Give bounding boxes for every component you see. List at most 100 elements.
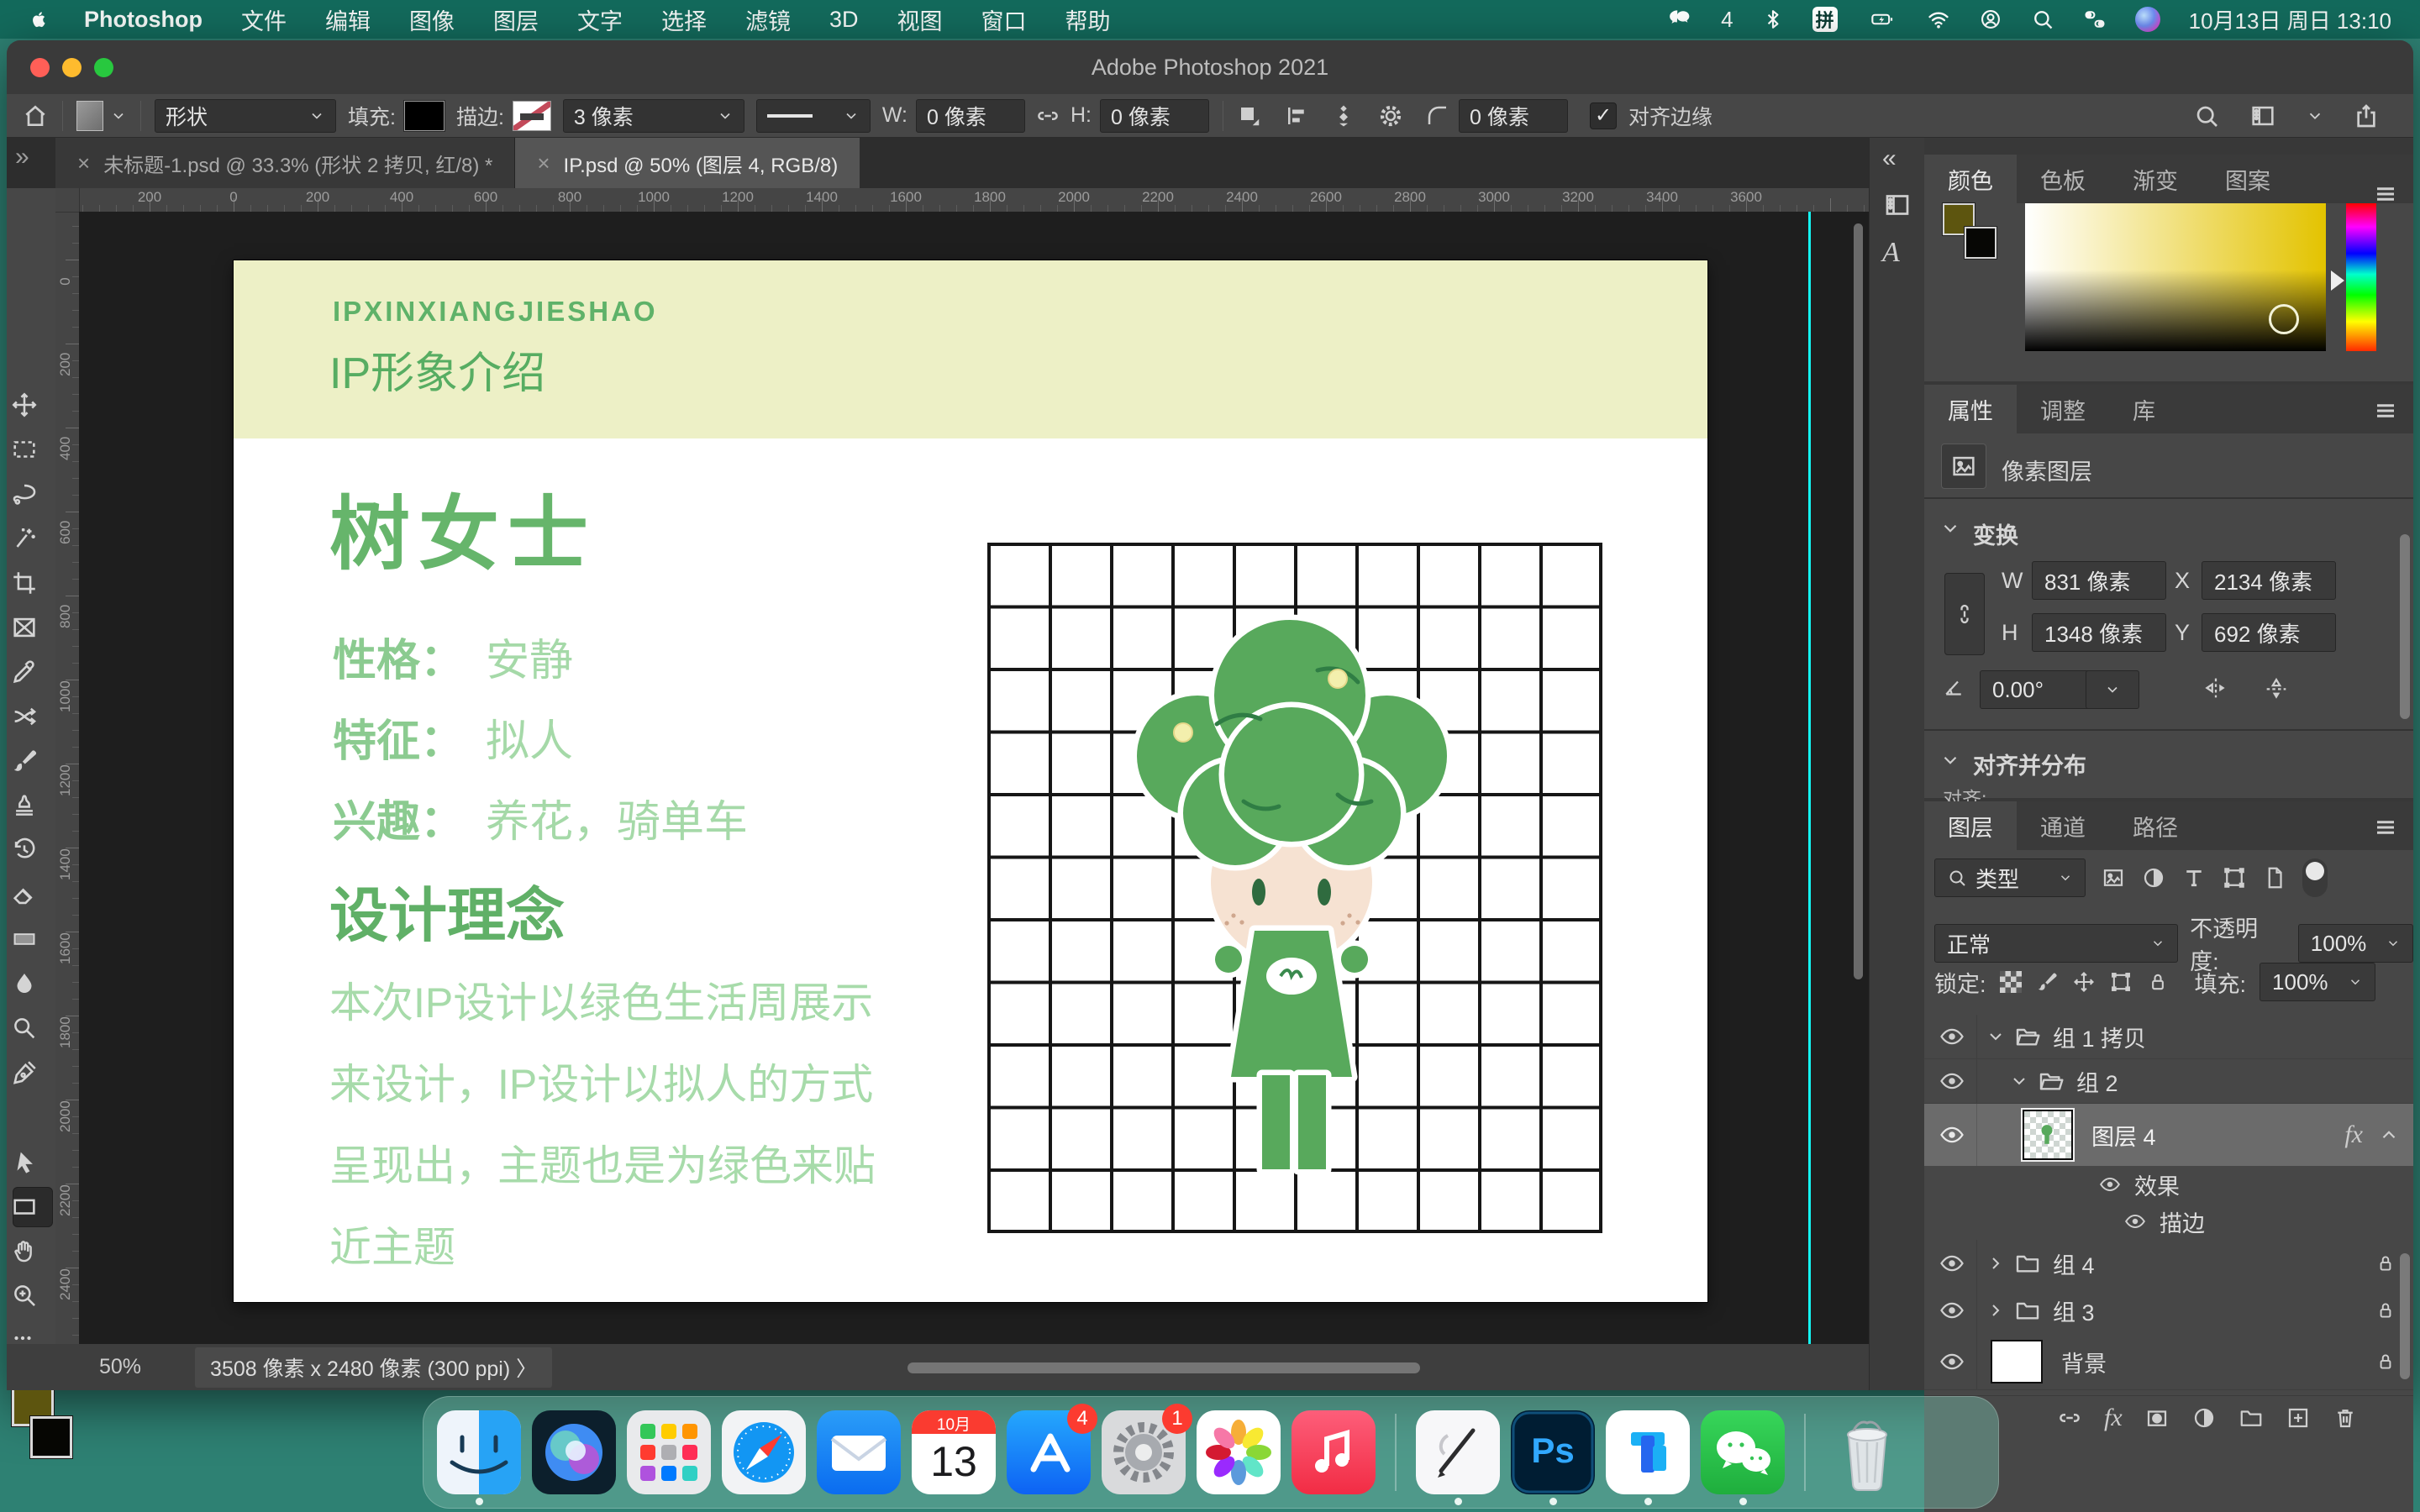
menu-help[interactable]: 帮助 — [1065, 3, 1111, 36]
menu-3d[interactable]: 3D — [829, 7, 859, 33]
path-alignment-button[interactable] — [1284, 103, 1309, 129]
new-group-button[interactable] — [2238, 1405, 2264, 1431]
panel-scrollbar[interactable] — [2400, 1253, 2410, 1379]
saturation-brightness-field[interactable] — [2025, 203, 2326, 351]
flip-horizontal-button[interactable] — [2202, 674, 2230, 702]
blur-tool[interactable] — [10, 969, 39, 998]
bluetooth-icon[interactable] — [1762, 8, 1784, 30]
hand-tool[interactable] — [10, 1236, 39, 1265]
search-icon[interactable] — [2193, 102, 2220, 129]
visibility-eye-icon[interactable] — [1938, 1349, 1966, 1374]
quick-selection-tool[interactable] — [10, 524, 39, 553]
flip-vertical-button[interactable] — [2262, 674, 2291, 702]
shape-settings-gear-icon[interactable] — [1378, 103, 1403, 129]
dock-docs-app-icon[interactable] — [1606, 1410, 1690, 1494]
user-account-icon[interactable] — [1979, 8, 2002, 31]
lock-artboard-button[interactable] — [2109, 970, 2133, 994]
wechat-status-icon[interactable] — [1667, 7, 1692, 32]
close-window-button[interactable] — [30, 58, 50, 77]
artboard[interactable]: IPXINXIANGJIESHAO IP形象介绍 树女士 性格：安静 特征：拟人… — [234, 260, 1707, 1302]
tab-swatches[interactable]: 色板 — [2017, 155, 2109, 203]
collapsed-panel-icon[interactable] — [1882, 190, 1912, 220]
filter-shape-layers-icon[interactable] — [2222, 865, 2247, 890]
brush-tool[interactable] — [10, 747, 39, 775]
collapsed-character-panel-icon[interactable]: A — [1882, 237, 1900, 269]
document-tab-ip-psd[interactable]: × IP.psd @ 50% (图层 4, RGB/8) — [515, 138, 860, 188]
dock-launchpad-icon[interactable] — [627, 1410, 711, 1494]
vertical-ruler[interactable]: 0200400600800100012001400160018002000220… — [55, 212, 80, 1344]
align-edges-checkbox[interactable]: ✓ — [1590, 102, 1617, 129]
dock-settings-icon[interactable]: 1 — [1102, 1410, 1186, 1494]
lasso-tool[interactable] — [10, 480, 39, 508]
workspace-switcher-icon[interactable] — [2249, 102, 2277, 130]
chevron-down-icon[interactable] — [2306, 107, 2324, 125]
new-adjustment-layer-button[interactable] — [2191, 1405, 2217, 1431]
lock-position-button[interactable] — [2072, 970, 2096, 994]
tab-paths[interactable]: 路径 — [2109, 801, 2202, 850]
filter-adjustment-layers-icon[interactable] — [2141, 865, 2166, 890]
crop-tool[interactable] — [10, 569, 39, 597]
layer-row-group3[interactable]: 组 3 — [1924, 1287, 2413, 1335]
path-operations-button[interactable] — [1237, 103, 1262, 129]
tab-patterns[interactable]: 图案 — [2202, 155, 2294, 203]
close-tab-icon[interactable]: × — [537, 150, 550, 176]
control-center-icon[interactable] — [2083, 8, 2107, 31]
stroke-style-select[interactable] — [756, 99, 871, 133]
chevron-right-icon[interactable] — [1986, 1253, 2006, 1273]
eraser-tool[interactable] — [10, 880, 39, 909]
marquee-tool[interactable] — [10, 435, 39, 464]
menu-select[interactable]: 选择 — [661, 3, 707, 36]
input-method-icon[interactable]: 拼 — [1812, 7, 1838, 32]
dock-photos-icon[interactable] — [1197, 1410, 1281, 1494]
hue-slider-arrow[interactable] — [2331, 270, 2344, 291]
battery-icon[interactable] — [1866, 8, 1898, 31]
layer-row-group4[interactable]: 组 4 — [1924, 1240, 2413, 1288]
transform-height-input[interactable]: 1348 像素 — [2032, 613, 2166, 652]
visibility-eye-icon[interactable] — [1938, 1122, 1966, 1147]
filter-type-layers-icon[interactable] — [2181, 865, 2207, 890]
zoom-tool[interactable] — [10, 1281, 39, 1310]
transform-width-input[interactable]: 831 像素 — [2032, 561, 2166, 600]
siri-menubar-icon[interactable] — [2135, 7, 2160, 32]
dodge-tool[interactable] — [10, 1014, 39, 1042]
hue-slider[interactable] — [2346, 203, 2376, 351]
fill-opacity-input[interactable]: 100% — [2260, 963, 2375, 1001]
chevron-right-icon[interactable] — [1986, 1300, 2006, 1320]
canvas-horizontal-scrollbar[interactable] — [908, 1362, 1420, 1373]
tab-color[interactable]: 颜色 — [1924, 155, 2017, 203]
document-size-readout[interactable]: 3508 像素 x 2480 像素 (300 ppi) 〉 — [195, 1347, 552, 1388]
canvas-vertical-scrollbar[interactable] — [1854, 223, 1863, 979]
horizontal-ruler[interactable]: 2000200400600800100012001400160018002000… — [55, 188, 1869, 213]
layer4-thumbnail[interactable] — [2023, 1110, 2073, 1160]
tab-channels[interactable]: 通道 — [2017, 801, 2109, 850]
menu-view[interactable]: 视图 — [897, 3, 943, 36]
path-selection-tool[interactable] — [10, 1147, 39, 1176]
transform-y-input[interactable]: 692 像素 — [2202, 613, 2336, 652]
transform-section-title[interactable]: 变换 — [1973, 517, 2018, 550]
home-icon[interactable] — [22, 102, 49, 129]
delete-layer-button[interactable] — [2333, 1405, 2358, 1431]
frame-tool[interactable] — [10, 613, 39, 642]
path-arrangement-button[interactable] — [1331, 103, 1356, 129]
window-titlebar[interactable]: Adobe Photoshop 2021 — [7, 40, 2413, 95]
panel-scrollbar[interactable] — [2400, 534, 2410, 719]
transform-x-input[interactable]: 2134 像素 — [2202, 561, 2336, 600]
panel-expand-chevrons[interactable]: « — [1882, 144, 1897, 173]
dock-wechat-icon[interactable] — [1701, 1410, 1785, 1494]
dock-music-icon[interactable] — [1292, 1410, 1376, 1494]
layer-row-effects[interactable]: 效果 — [1924, 1166, 2413, 1204]
layer-row-group2[interactable]: 组 2 — [1924, 1059, 2413, 1104]
shape-height-input[interactable]: 0 像素 — [1100, 99, 1209, 133]
filter-smart-objects-icon[interactable] — [2262, 865, 2287, 890]
tab-properties[interactable]: 属性 — [1924, 385, 2017, 433]
rectangle-tool[interactable] — [10, 1192, 39, 1221]
dock-siri-icon[interactable] — [532, 1410, 616, 1494]
visibility-eye-icon[interactable] — [1938, 1024, 1966, 1049]
lock-all-button[interactable] — [2146, 970, 2170, 994]
tab-layers[interactable]: 图层 — [1924, 801, 2017, 850]
tool-mode-select[interactable]: 形状 — [155, 99, 336, 133]
layer-row-background[interactable]: 背景 — [1924, 1334, 2413, 1390]
content-aware-move-tool[interactable] — [10, 702, 39, 731]
canvas-area[interactable]: IPXINXIANGJIESHAO IP形象介绍 树女士 性格：安静 特征：拟人… — [79, 212, 1869, 1344]
angle-dropdown-button[interactable] — [2086, 670, 2139, 709]
